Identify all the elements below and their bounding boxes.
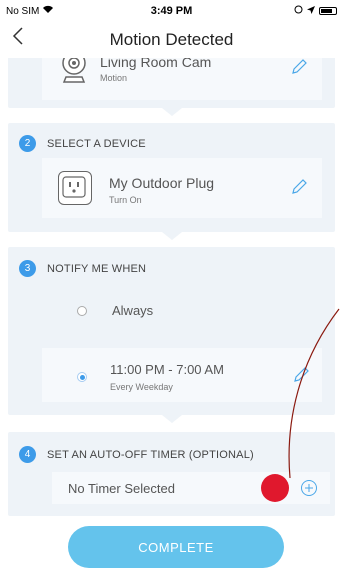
- battery-icon: [319, 7, 337, 15]
- step-2-label: SELECT A DEVICE: [47, 138, 146, 150]
- edit-schedule-pencil-icon[interactable]: [292, 366, 312, 386]
- option-schedule-days: Every Weekday: [110, 382, 173, 392]
- edit-trigger-pencil-icon[interactable]: [290, 58, 310, 78]
- radio-always[interactable]: [77, 306, 87, 316]
- screen: Living Room Cam Motion 2 SELECT A DEVICE…: [0, 0, 343, 586]
- section-connector: [162, 415, 182, 423]
- step-3-label: NOTIFY ME WHEN: [47, 263, 147, 275]
- notify-option-always[interactable]: Always: [42, 284, 322, 338]
- step-4-badge: 4: [19, 446, 36, 463]
- timer-placeholder: No Timer Selected: [68, 481, 175, 496]
- step-4-label: SET AN AUTO-OFF TIMER (OPTIONAL): [47, 449, 254, 461]
- back-chevron-icon[interactable]: [12, 26, 24, 52]
- timer-selector[interactable]: No Timer Selected: [52, 472, 330, 504]
- alarm-icon: [294, 5, 303, 17]
- trigger-device-action: Motion: [100, 73, 128, 83]
- device-action: Turn On: [109, 195, 142, 205]
- location-icon: [307, 5, 315, 17]
- device-name: My Outdoor Plug: [109, 175, 215, 191]
- notify-option-schedule[interactable]: 11:00 PM - 7:00 AM Every Weekday: [42, 348, 322, 402]
- wifi-icon: [42, 5, 54, 17]
- option-schedule-time: 11:00 PM - 7:00 AM: [110, 362, 224, 377]
- section-connector: [162, 108, 182, 116]
- device-card[interactable]: My Outdoor Plug Turn On: [42, 158, 322, 218]
- add-circle-icon[interactable]: [300, 479, 318, 497]
- page-title: Motion Detected: [109, 30, 234, 49]
- option-always-label: Always: [112, 303, 154, 318]
- edit-device-pencil-icon[interactable]: [290, 178, 310, 198]
- complete-button[interactable]: COMPLETE: [68, 526, 284, 568]
- section-connector: [162, 232, 182, 240]
- status-bar: No SIM 3:49 PM: [0, 0, 343, 22]
- nav-bar: Motion Detected: [0, 22, 343, 58]
- radio-schedule[interactable]: [77, 372, 87, 382]
- step-3-badge: 3: [19, 260, 36, 277]
- step-2-badge: 2: [19, 135, 36, 152]
- plug-icon: [58, 171, 92, 205]
- carrier-label: No SIM: [6, 5, 40, 17]
